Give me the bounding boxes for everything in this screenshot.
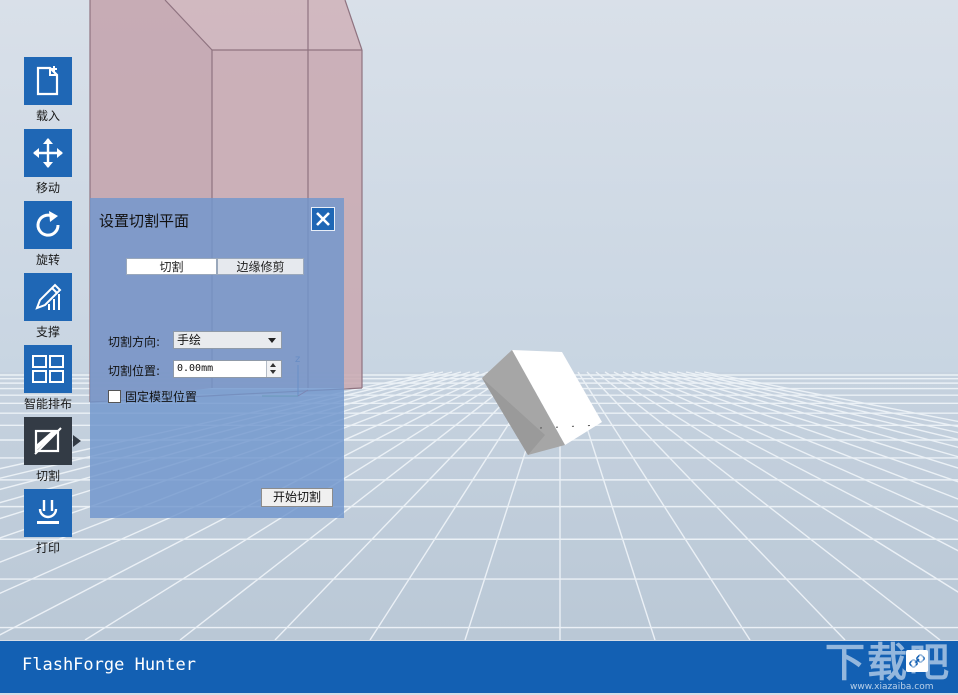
- move-arrows-icon: [31, 136, 65, 170]
- cut-position-label: 切割位置:: [108, 362, 160, 379]
- dialog-title: 设置切割平面: [99, 210, 189, 231]
- tool-move-button[interactable]: [24, 129, 72, 177]
- tool-auto-layout-label: 智能排布: [22, 395, 74, 412]
- active-tool-pointer: [73, 435, 81, 447]
- tool-load[interactable]: 载入: [22, 57, 74, 124]
- tool-auto-layout-button[interactable]: [24, 345, 72, 393]
- fix-model-checkbox-row[interactable]: 固定模型位置: [108, 388, 197, 405]
- cut-plane-dialog: 设置切割平面 切割 边缘修剪 切割方向: 手绘 切割位置: 0.00mm 固定模…: [90, 198, 344, 518]
- support-pencil-icon: [31, 280, 65, 314]
- cut-position-input[interactable]: 0.00mm: [173, 360, 282, 378]
- tool-print-button[interactable]: [24, 489, 72, 537]
- tool-cut-label: 切割: [22, 467, 74, 484]
- cut-icon: [32, 425, 64, 457]
- tool-cut-button[interactable]: [24, 417, 72, 465]
- tab-edge-trim[interactable]: 边缘修剪: [217, 258, 304, 275]
- fix-model-checkbox[interactable]: [108, 390, 121, 403]
- chevron-down-icon: [268, 338, 276, 343]
- tool-auto-layout[interactable]: 智能排布: [22, 345, 74, 412]
- tool-support-label: 支撑: [22, 323, 74, 340]
- tool-support[interactable]: 支撑: [22, 273, 74, 340]
- cut-direction-value: 手绘: [177, 333, 201, 347]
- grid-layout-icon: [31, 354, 65, 384]
- tool-load-label: 载入: [22, 107, 74, 124]
- rotate-icon: [32, 209, 64, 241]
- tool-move-label: 移动: [22, 179, 74, 196]
- tool-print-label: 打印: [22, 539, 74, 556]
- fix-model-label: 固定模型位置: [125, 388, 197, 405]
- cut-direction-label: 切割方向:: [108, 333, 160, 350]
- print-icon: [33, 497, 63, 529]
- status-bar: FlashForge Hunter: [0, 641, 958, 693]
- tool-move[interactable]: 移动: [22, 129, 74, 196]
- tool-rotate[interactable]: 旋转: [22, 201, 74, 268]
- step-up-icon[interactable]: [270, 363, 276, 367]
- tool-rotate-button[interactable]: [24, 201, 72, 249]
- start-cut-button[interactable]: 开始切割: [261, 488, 333, 507]
- step-down-icon[interactable]: [270, 370, 276, 374]
- close-icon: [315, 211, 331, 227]
- cut-position-value: 0.00mm: [177, 363, 213, 374]
- tool-load-button[interactable]: [24, 57, 72, 105]
- watermark-logo: 下载吧: [825, 630, 951, 688]
- cut-position-stepper[interactable]: [266, 361, 281, 377]
- add-file-icon: [33, 65, 63, 97]
- tool-print[interactable]: 打印: [22, 489, 74, 556]
- close-button[interactable]: [311, 207, 335, 231]
- tab-cut[interactable]: 切割: [126, 258, 217, 275]
- tool-cut[interactable]: 切割: [22, 417, 74, 484]
- watermark-url: www.xiazaiba.com: [850, 682, 934, 692]
- cut-direction-select[interactable]: 手绘: [173, 331, 282, 349]
- app-name: FlashForge Hunter: [22, 655, 196, 675]
- tool-rotate-label: 旋转: [22, 251, 74, 268]
- tool-support-button[interactable]: [24, 273, 72, 321]
